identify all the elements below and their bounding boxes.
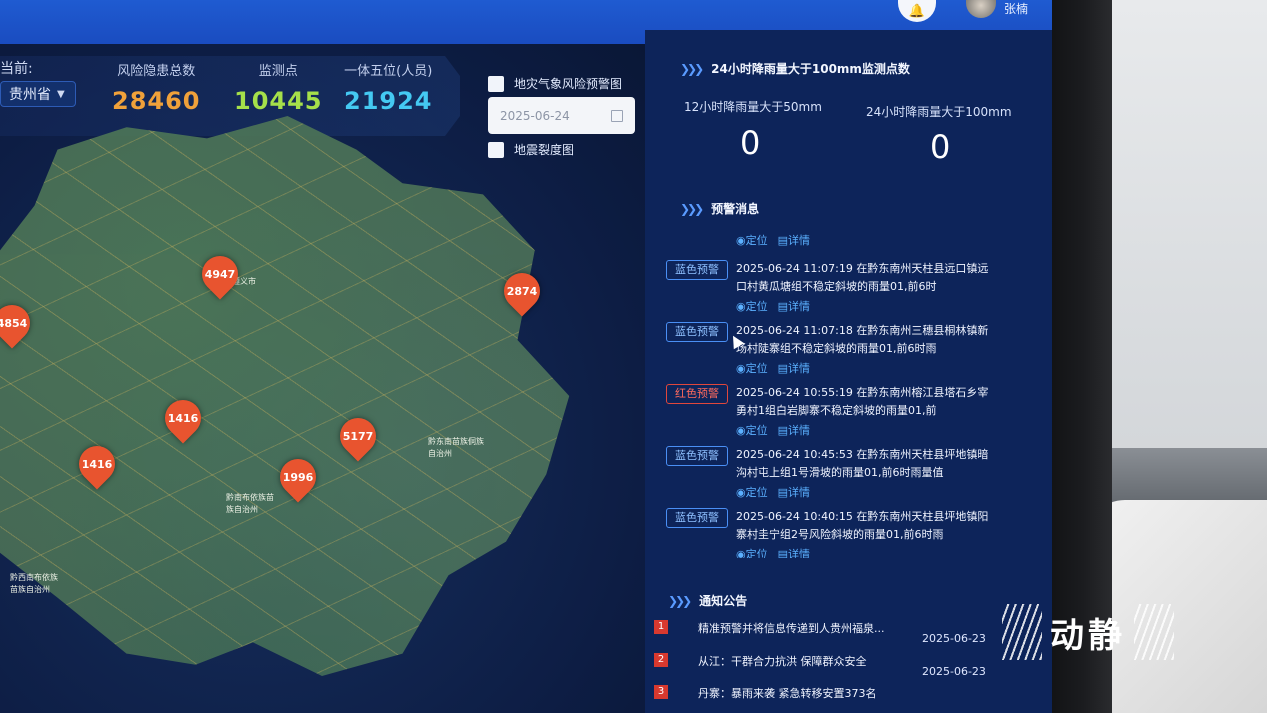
warning-text: 2025-06-24 10:55:19 在黔东南州榕江县塔石乡宰勇村1组白岩脚寨… [736,386,989,417]
detail-link[interactable]: ▤详情 [778,422,810,438]
locate-link[interactable]: ◉定位 [736,546,768,558]
notice-date: 2025-06-23 [922,632,986,645]
stat-label: 一体五位(人员) [344,64,433,79]
chevrons-icon: ❯❯❯ [680,61,704,76]
warning-item[interactable]: 蓝色预警 2025-06-24 10:45:53 在黔东南州天柱县坪地镇暗沟村屯… [660,444,1000,506]
province-value: 贵州省 [9,87,51,103]
rain-label-24h: 24小时降雨量大于100mm [866,105,1012,119]
locate-link[interactable]: ◉定位 [736,360,768,376]
province-select[interactable]: 贵州省 ▼ [0,81,76,107]
stat-value: 28460 [112,87,201,115]
city-label: 黔南布依族苗族自治州 [226,493,274,514]
stat-personnel: 一体五位(人员) 21924 [344,60,433,115]
calendar-icon[interactable] [611,109,623,122]
rain-value-12h: 0 [740,124,761,162]
locate-link[interactable]: ◉定位 [736,422,768,438]
notice-title[interactable]: 从江：干群合力抗洪 保障群众安全 [698,653,910,669]
map-marker-label[interactable]: 4947 [195,268,245,281]
rainfall-section-header: ❯❯❯ 24小时降雨量大于100mm监测点数 [680,60,910,77]
notice-item[interactable]: 2 从江：干群合力抗洪 保障群众安全 2025-06-23 [654,653,1004,678]
notice-title[interactable]: 丹寨：暴雨来袭 紧急转移安置373名 [698,685,910,701]
stat-label: 风险隐患总数 [117,64,196,79]
warning-list[interactable]: ◉定位 ▤详情 蓝色预警 2025-06-24 11:07:19 在黔东南州天柱… [660,228,1000,558]
warning-level-badge: 蓝色预警 [666,322,728,342]
notice-number: 3 [654,685,668,699]
monitor-screen: 🔔 张楠 当前: 贵州省 ▼ 风险隐患总数 28460 监测点 10445 一体… [0,0,1052,713]
section-title: 通知公告 [699,594,748,608]
section-title: 预警消息 [711,202,760,216]
detail-link[interactable]: ▤详情 [778,298,810,314]
warning-item[interactable]: 蓝色预警 2025-06-24 10:40:15 在黔东南州天柱县坪地镇阳寨村圭… [660,506,1000,558]
date-value: 2025-06-24 [500,108,570,123]
checkbox[interactable] [488,141,504,158]
notice-number: 2 [654,653,668,667]
detail-link[interactable]: ▤详情 [778,232,810,248]
locate-link[interactable]: ◉定位 [736,298,768,314]
watermark-text: 动静 [1050,615,1126,656]
stat-value: 10445 [234,87,323,115]
map-marker-label[interactable]: 1416 [72,458,122,471]
warning-level-badge: 蓝色预警 [666,260,728,280]
map-marker-label[interactable]: 4854 [0,317,37,330]
city-label: 黔东南苗族侗族自治州 [428,437,484,458]
watermark: 动静 [994,604,1182,660]
checkbox[interactable] [488,75,504,92]
layer-label: 地震裂度图 [514,143,575,157]
notice-section-header: ❯❯❯ 通知公告 [668,592,747,609]
locate-link[interactable]: ◉定位 [736,232,768,248]
rain-label-12h: 12小时降雨量大于50mm [684,100,822,114]
warning-level-badge: 红色预警 [666,384,728,404]
warning-text: 2025-06-24 11:07:19 在黔东南州天柱县远口镇远口村黄瓜塘组不稳… [736,262,989,293]
warning-level-badge: 蓝色预警 [666,446,728,466]
warning-actions: ◉定位 ▤详情 [736,360,810,376]
chevron-down-icon: ▼ [57,88,65,100]
warning-level-badge: 蓝色预警 [666,508,728,528]
layer-label: 地灾气象风险预警图 [514,77,623,91]
section-title: 24小时降雨量大于100mm监测点数 [711,62,910,76]
warning-actions: ◉定位 ▤详情 [736,232,810,248]
map-marker-label[interactable]: 5177 [333,430,383,443]
map-marker-label[interactable]: 2874 [497,285,547,298]
notice-title[interactable]: 精准预警并将信息传递到人贵州福泉... [698,620,910,636]
notice-date: 2025-06-23 [922,665,986,678]
rain-value-24h: 0 [930,128,951,166]
detail-link[interactable]: ▤详情 [778,484,810,500]
stat-label: 监测点 [258,64,298,79]
chevrons-icon: ❯❯❯ [668,593,692,608]
warning-actions: ◉定位 ▤详情 [736,546,810,558]
date-input[interactable]: 2025-06-24 [488,97,635,134]
watermark-hatch-right [1134,604,1174,660]
warning-actions: ◉定位 ▤详情 [736,422,810,438]
city-label: 黔西南布依族苗族自治州 [10,573,58,594]
warning-text: 2025-06-24 10:45:53 在黔东南州天柱县坪地镇暗沟村屯上组1号滑… [736,448,989,479]
warning-actions: ◉定位 ▤详情 [736,298,810,314]
warning-text: 2025-06-24 10:40:15 在黔东南州天柱县坪地镇阳寨村圭宁组2号风… [736,510,989,541]
notice-number: 1 [654,620,668,634]
detail-link[interactable]: ▤详情 [778,546,810,558]
warning-item[interactable]: 蓝色预警 2025-06-24 11:07:18 在黔东南州三穗县桐林镇新场村陡… [660,320,1000,382]
warning-text: 2025-06-24 11:07:18 在黔东南州三穗县桐林镇新场村陡寨组不稳定… [736,324,989,355]
layer-weather-warning[interactable]: 地灾气象风险预警图 [488,75,622,92]
warning-actions: ◉定位 ▤详情 [736,484,810,500]
current-label: 当前: [0,61,33,77]
stat-value: 21924 [344,87,433,115]
layer-seismic-intensity[interactable]: 地震裂度图 [488,141,574,158]
detail-link[interactable]: ▤详情 [778,360,810,376]
map-marker-label[interactable]: 1416 [158,412,208,425]
warning-item: ◉定位 ▤详情 [660,228,1000,258]
map-marker-label[interactable]: 1996 [273,471,323,484]
stat-risk-total: 风险隐患总数 28460 [112,60,201,115]
warning-item[interactable]: 红色预警 2025-06-24 10:55:19 在黔东南州榕江县塔石乡宰勇村1… [660,382,1000,444]
warning-section-header: ❯❯❯ 预警消息 [680,200,759,217]
warning-item[interactable]: 蓝色预警 2025-06-24 11:07:19 在黔东南州天柱县远口镇远口村黄… [660,258,1000,320]
chevrons-icon: ❯❯❯ [680,201,704,216]
watermark-hatch-left [1002,604,1042,660]
locate-link[interactable]: ◉定位 [736,484,768,500]
notice-item[interactable]: 1 精准预警并将信息传递到人贵州福泉... 2025-06-23 [654,620,1004,645]
notice-item[interactable]: 3 丹寨：暴雨来袭 紧急转移安置373名 [654,685,1004,709]
username[interactable]: 张楠 [1004,0,1028,17]
stat-monitor-points: 监测点 10445 [234,60,323,115]
